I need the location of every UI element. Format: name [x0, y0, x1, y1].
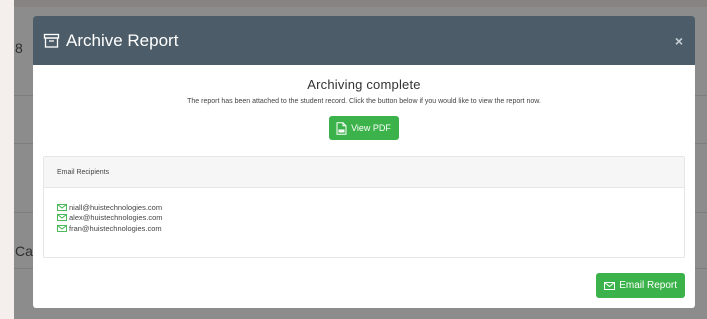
- recipient-list: niall@huistechnologies.com alex@huistech…: [44, 188, 684, 257]
- list-item: alex@huistechnologies.com: [57, 213, 671, 224]
- modal-title: Archive Report: [66, 30, 179, 50]
- email-report-label: Email Report: [619, 280, 677, 291]
- close-button[interactable]: ×: [675, 33, 683, 49]
- view-pdf-label: View PDF: [351, 123, 391, 133]
- page-margin: [0, 0, 14, 319]
- email-recipients-title: Email Recipients: [44, 157, 684, 188]
- status-heading: Archiving complete: [307, 77, 421, 92]
- recipient-email: alex@huistechnologies.com: [69, 213, 163, 223]
- email-recipients-panel: Email Recipients niall@huistechnologies.…: [43, 156, 685, 258]
- archive-report-modal: Archive Report × Archiving complete The …: [33, 16, 695, 308]
- list-item: niall@huistechnologies.com: [57, 202, 671, 213]
- recipient-email: niall@huistechnologies.com: [69, 202, 163, 212]
- envelope-icon: [604, 281, 616, 290]
- status-message: The report has been attached to the stud…: [187, 98, 541, 105]
- envelope-icon: [57, 203, 67, 211]
- archive-icon: [43, 32, 60, 49]
- modal-footer: Email Report: [596, 273, 685, 298]
- modal-body: Archiving complete The report has been a…: [33, 65, 695, 258]
- recipient-email: fran@huistechnologies.com: [69, 223, 162, 233]
- view-pdf-button[interactable]: View PDF: [329, 116, 399, 140]
- list-item: fran@huistechnologies.com: [57, 223, 671, 234]
- envelope-icon: [57, 214, 67, 222]
- envelope-icon: [57, 224, 67, 232]
- modal-header: Archive Report ×: [33, 16, 695, 65]
- email-report-button[interactable]: Email Report: [596, 273, 685, 298]
- pdf-file-icon: [336, 121, 347, 135]
